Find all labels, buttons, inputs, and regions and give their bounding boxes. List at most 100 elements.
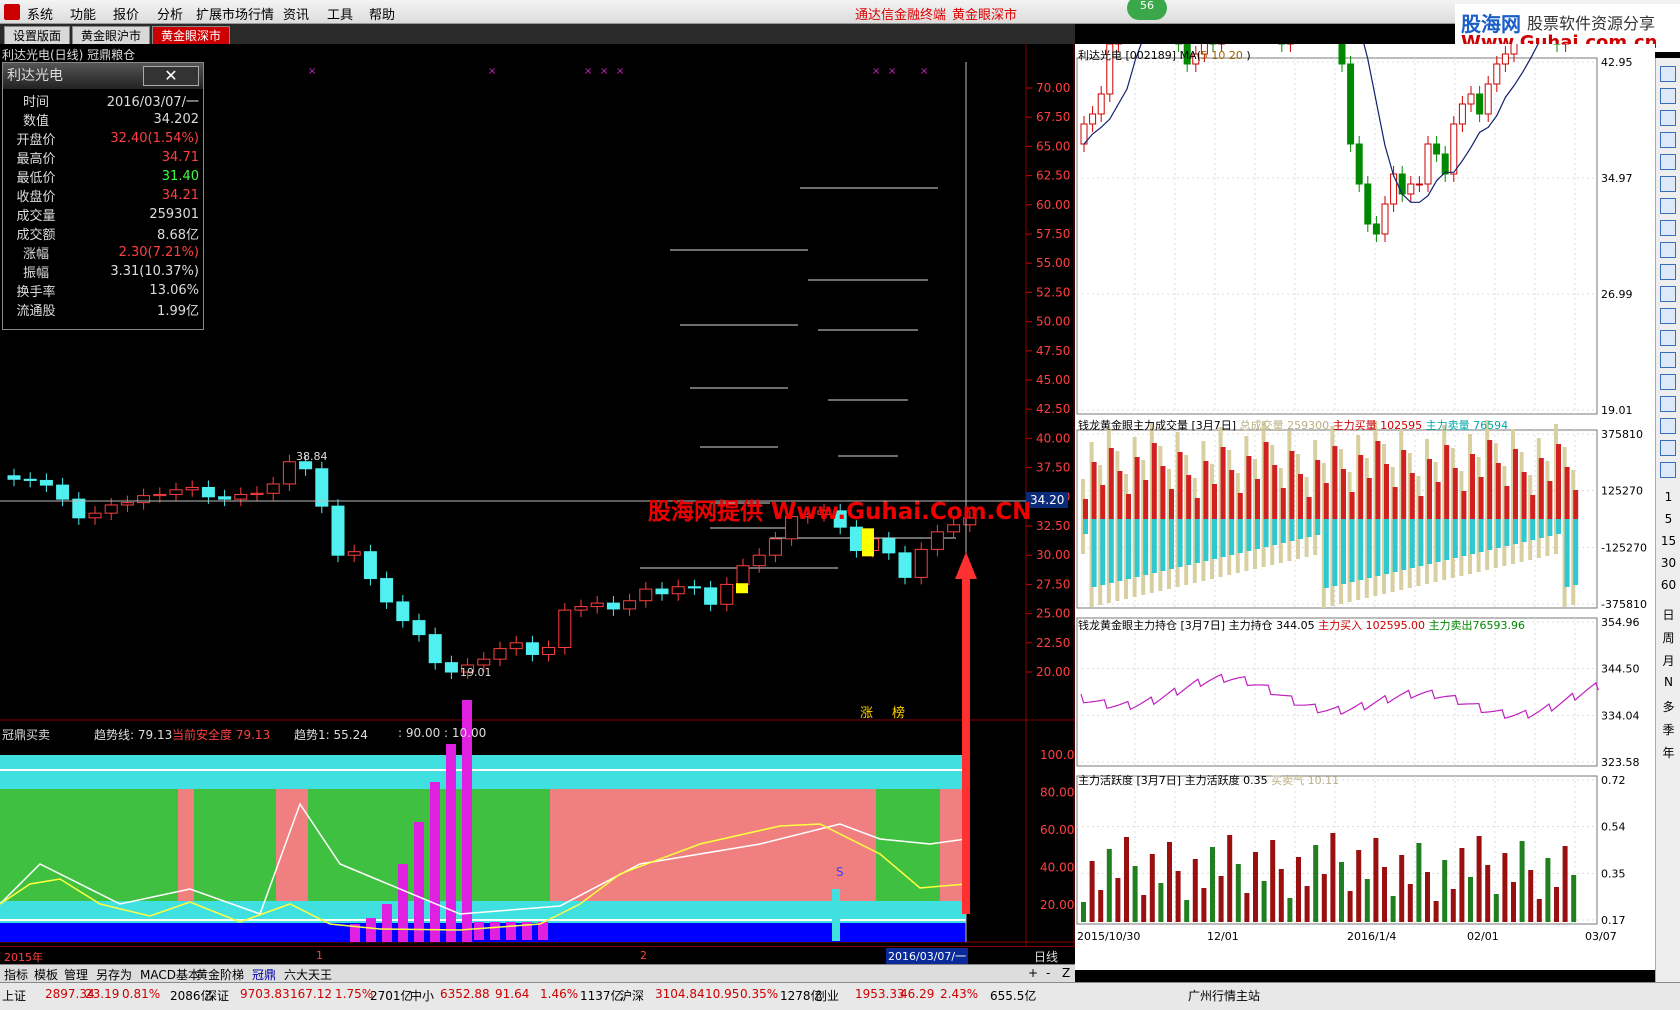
tool-icon[interactable]	[1660, 88, 1676, 104]
btab-macd[interactable]: MACD基本	[140, 966, 200, 983]
menu-help[interactable]: 帮助	[369, 4, 395, 23]
info-row: 最高价 34.71	[3, 148, 203, 167]
tool-icon[interactable]	[1660, 220, 1676, 236]
menu-analysis[interactable]: 分析	[157, 4, 183, 23]
candle-body	[153, 493, 167, 497]
vol-sell	[1134, 519, 1140, 577]
tool-icon[interactable]	[1660, 66, 1676, 82]
tool-icon[interactable]	[1660, 308, 1676, 324]
period-num[interactable]: 60	[1656, 578, 1680, 592]
activity-bar	[1330, 833, 1336, 922]
tool-icon[interactable]	[1660, 440, 1676, 456]
vol-sell	[1298, 519, 1303, 539]
menu-system[interactable]: 系统	[27, 4, 53, 23]
status-item: 6352.88	[440, 987, 490, 1001]
period-btn[interactable]: 月	[1656, 652, 1680, 669]
activity-bar	[1167, 842, 1172, 922]
date-2: 2	[640, 949, 647, 962]
vol-sell	[1160, 519, 1166, 571]
close-icon[interactable]: ✕	[143, 66, 199, 86]
candle-body	[104, 504, 118, 514]
candle-body	[687, 586, 701, 589]
tool-icon[interactable]	[1660, 110, 1676, 126]
price-tick: 32.50	[1036, 519, 1070, 533]
info-value: 34.21	[161, 188, 199, 203]
right-panels[interactable]: 42.95 34.97 26.99 19.01 375810 125270 -125270 -…	[1075, 44, 1655, 970]
activity-bar	[1528, 870, 1534, 922]
right-tick: 0.72	[1601, 774, 1626, 787]
band-pink	[276, 789, 308, 901]
info-value: 2016/03/07/一	[106, 95, 199, 110]
tool-icon[interactable]	[1660, 374, 1676, 390]
tool-icon[interactable]	[1660, 176, 1676, 192]
tab-settings[interactable]: 设置版面	[4, 26, 71, 44]
tool-icon[interactable]	[1660, 418, 1676, 434]
vol-buy	[1126, 494, 1131, 519]
yellow-candle	[736, 583, 748, 594]
tool-icon[interactable]	[1660, 264, 1676, 280]
tab-gold-sz[interactable]: 黄金眼深市	[152, 26, 231, 44]
activity-bar	[1278, 869, 1284, 922]
btab-gold-ladder[interactable]: 黄金阶梯	[196, 966, 244, 983]
mini-candle	[1501, 53, 1509, 65]
vol-sell	[1186, 519, 1192, 565]
menu-bar: 系统 功能 报价 分析 扩展市场行情 资讯 工具 帮助 通达信金融终端 黄金眼深…	[0, 0, 1680, 24]
tool-icon[interactable]	[1660, 462, 1676, 478]
magenta-bar	[430, 782, 440, 942]
tool-icon[interactable]	[1660, 132, 1676, 148]
tool-icon[interactable]	[1660, 198, 1676, 214]
candle-body	[169, 489, 183, 495]
vol-buy	[1203, 461, 1209, 519]
activity-bar	[1554, 887, 1559, 922]
yellow-candle	[862, 528, 874, 557]
period-num[interactable]: 30	[1656, 556, 1680, 570]
zoom-z-button[interactable]: Z	[1062, 966, 1070, 980]
right-tick: 0.35	[1601, 867, 1626, 880]
info-key: 时间	[22, 95, 49, 110]
ind-tick: 20.00	[1040, 898, 1074, 912]
menu-info[interactable]: 资讯	[283, 4, 309, 23]
zoom-in-button[interactable]: +	[1028, 966, 1038, 980]
menu-quote[interactable]: 报价	[113, 4, 139, 23]
btab-six-kings[interactable]: 六大天王	[284, 966, 332, 983]
tool-icon[interactable]	[1660, 352, 1676, 368]
date-tick: 03/07	[1585, 930, 1617, 943]
zoom-out-button[interactable]: -	[1046, 966, 1050, 980]
period-btn[interactable]: 年	[1656, 744, 1680, 761]
activity-bar	[1476, 836, 1482, 922]
notify-badge[interactable]: 56	[1127, 0, 1167, 20]
menu-tools[interactable]: 工具	[327, 4, 353, 23]
tool-icon[interactable]	[1660, 286, 1676, 302]
period-num[interactable]: 1	[1656, 490, 1680, 504]
period-btn[interactable]: N	[1656, 675, 1680, 689]
tool-icon[interactable]	[1660, 330, 1676, 346]
vol-sell	[1315, 519, 1321, 535]
menu-function[interactable]: 功能	[70, 4, 96, 23]
period-num[interactable]: 15	[1656, 534, 1680, 548]
date-tick: 02/01	[1467, 930, 1499, 943]
vol-buy	[1186, 475, 1192, 519]
period-btn[interactable]: 多	[1656, 698, 1680, 715]
period-num[interactable]: 5	[1656, 512, 1680, 526]
p3-title: 钱龙黄金眼主力持仓 [3月7日] 主力持仓 344.05 主力买入 102595…	[1078, 619, 1526, 632]
period-btn[interactable]: 周	[1656, 629, 1680, 646]
status-item: 655.5亿	[990, 989, 1037, 1003]
candle-body	[590, 602, 604, 608]
info-row: 数值 34.202	[3, 110, 203, 129]
tool-icon[interactable]	[1660, 154, 1676, 170]
period-btn[interactable]: 季	[1656, 721, 1680, 738]
btab-template[interactable]: 模板	[34, 966, 58, 983]
tool-icon[interactable]	[1660, 242, 1676, 258]
btab-guanding[interactable]: 冠鼎	[252, 966, 276, 983]
btab-indicator[interactable]: 指标	[4, 966, 28, 983]
menu-ext-market[interactable]: 扩展市场行情	[196, 4, 274, 23]
tab-gold-sh[interactable]: 黄金眼沪市	[72, 26, 151, 44]
tool-icon[interactable]	[1660, 396, 1676, 412]
candle-body	[671, 586, 685, 595]
vol-sell	[1435, 519, 1441, 562]
vol-buy	[1083, 499, 1088, 519]
btab-manage[interactable]: 管理	[64, 966, 88, 983]
period-btn[interactable]: 日	[1656, 606, 1680, 623]
btab-saveas[interactable]: 另存为	[96, 966, 132, 983]
vol-sell	[1538, 519, 1544, 538]
